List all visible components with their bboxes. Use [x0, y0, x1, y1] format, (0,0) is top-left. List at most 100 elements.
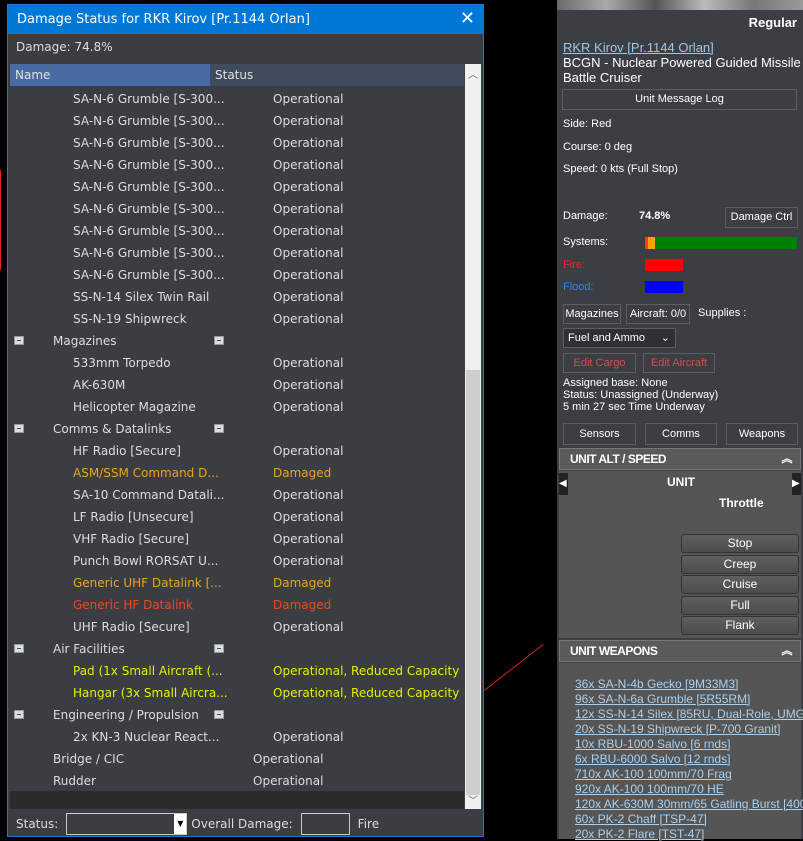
tree-row[interactable]: LF Radio [Unsecure] Operational [10, 506, 464, 528]
tree-row[interactable]: Helicopter Magazine Operational [10, 396, 464, 418]
edit-cargo-button[interactable]: Edit Cargo [563, 353, 636, 373]
weapon-link[interactable]: 96x SA-N-6a Grumble [5R55RM] [575, 692, 750, 706]
tree-row[interactable]: SA-N-6 Grumble [S-300... Operational [10, 264, 464, 286]
weapon-link[interactable]: 36x SA-N-4b Gecko [9M33M3] [575, 677, 738, 691]
tree-row[interactable]: SA-10 Command Datali... Operational [10, 484, 464, 506]
tree-group-row[interactable]: Magazines [10, 330, 464, 352]
tree-row[interactable]: Hangar (3x Small Aircra... Operational, R… [10, 682, 464, 704]
weapons-section-header[interactable]: UNIT WEAPONS ︽ [559, 640, 801, 662]
scroll-down-icon[interactable]: ﹀ [465, 792, 481, 807]
row-name: 533mm Torpedo [73, 356, 171, 370]
next-arrow-icon[interactable]: ▶ [792, 473, 801, 495]
supplies-select[interactable]: Fuel and Ammo ⌄ [563, 328, 676, 348]
row-name: Rudder [53, 774, 96, 788]
fire-label: Fire: [563, 259, 585, 271]
tree-row[interactable]: SA-N-6 Grumble [S-300... Operational [10, 132, 464, 154]
collapse-icon[interactable] [14, 424, 24, 433]
throttle-stop-button[interactable]: Stop [681, 534, 799, 553]
collapse-icon[interactable] [14, 336, 24, 345]
tree-row[interactable]: Generic UHF Datalink [... Damaged [10, 572, 464, 594]
tree-row[interactable]: SA-N-6 Grumble [S-300... Operational [10, 88, 464, 110]
row-status: Operational [273, 180, 344, 194]
tree-row[interactable]: SS-N-14 Silex Twin Rail Operational [10, 286, 464, 308]
throttle-cruise-button[interactable]: Cruise [681, 575, 799, 594]
tree-group-row[interactable]: Air Facilities [10, 638, 464, 660]
dialog-footer: Status: ▼ Overall Damage: Fire [16, 813, 379, 835]
weapon-link[interactable]: 120x AK-630M 30mm/65 Gatling Burst [400 [575, 797, 803, 811]
sensors-button[interactable]: Sensors [563, 423, 636, 445]
dropdown-arrow-icon[interactable]: ▼ [174, 814, 187, 834]
tree-row[interactable]: SA-N-6 Grumble [S-300... Operational [10, 198, 464, 220]
collapse-icon[interactable] [214, 424, 224, 433]
tree-row[interactable]: Bridge / CIC Operational [10, 748, 464, 770]
column-header-name[interactable]: Name [10, 64, 210, 86]
tree-row[interactable]: SS-N-19 Shipwreck Operational [10, 308, 464, 330]
unit-name-link[interactable]: RKR Kirov [Pr.1144 Orlan] [563, 40, 714, 55]
weapon-link[interactable]: 6x RBU-6000 Salvo [12 rnds] [575, 752, 730, 766]
collapse-icon[interactable]: ︽ [782, 449, 793, 469]
collapse-icon[interactable] [214, 336, 224, 345]
unit-status-panel: Regular RKR Kirov [Pr.1144 Orlan] BCGN -… [557, 0, 803, 841]
weapon-link[interactable]: 20x SS-N-19 Shipwreck [P-700 Granit] [575, 722, 780, 736]
row-status: Operational [273, 488, 344, 502]
weapon-link[interactable]: 12x SS-N-14 Silex [85RU, Dual-Role, UMG] [575, 707, 803, 721]
throttle-flank-button[interactable]: Flank [681, 616, 799, 635]
dialog-titlebar[interactable]: Damage Status for RKR Kirov [Pr.1144 Orl… [8, 5, 483, 34]
collapse-icon[interactable] [214, 644, 224, 653]
tree-row[interactable]: SA-N-6 Grumble [S-300... Operational [10, 242, 464, 264]
throttle-creep-button[interactable]: Creep [681, 554, 799, 574]
tree-row[interactable]: AK-630M Operational [10, 374, 464, 396]
prev-arrow-icon[interactable]: ◀ [559, 473, 568, 495]
tree-row[interactable]: SA-N-6 Grumble [S-300... Operational [10, 154, 464, 176]
vertical-scrollbar[interactable]: ︿ ﹀ [465, 64, 481, 809]
status-select[interactable]: ▼ [66, 813, 188, 835]
tree-row[interactable]: Punch Bowl RORSAT U... Operational [10, 550, 464, 572]
overall-damage-input[interactable] [300, 813, 350, 835]
collapse-icon[interactable] [14, 710, 24, 719]
weapon-link[interactable]: 10x RBU-1000 Salvo [6 rnds] [575, 737, 730, 751]
tree-row[interactable]: SA-N-6 Grumble [S-300... Operational [10, 110, 464, 132]
tree-row[interactable]: 533mm Torpedo Operational [10, 352, 464, 374]
weapon-link[interactable]: 920x AK-100 100mm/70 HE [575, 782, 724, 796]
weapon-link[interactable]: 60x PK-2 Chaff [TSP-47] [575, 812, 707, 826]
comms-button[interactable]: Comms [645, 423, 717, 445]
row-name: SA-N-6 Grumble [S-300... [73, 92, 225, 106]
row-status: Operational [273, 356, 344, 370]
edit-aircraft-button[interactable]: Edit Aircraft [643, 353, 715, 373]
row-status: Operational [273, 224, 344, 238]
unit-message-log-button[interactable]: Unit Message Log [562, 89, 797, 110]
scrollbar-thumb[interactable] [466, 370, 480, 795]
collapse-icon[interactable]: ︽ [782, 641, 793, 661]
row-status: Operational [273, 246, 344, 260]
close-icon[interactable]: ✕ [460, 8, 475, 29]
tree-row[interactable]: Generic HF Datalink Damaged [10, 594, 464, 616]
collapse-icon[interactable] [214, 710, 224, 719]
throttle-full-button[interactable]: Full [681, 595, 799, 615]
damage-ctrl-button[interactable]: Damage Ctrl [725, 207, 798, 228]
row-name: Generic HF Datalink [73, 598, 193, 612]
tree-group-row[interactable]: Comms & Datalinks [10, 418, 464, 440]
alt-speed-section-header[interactable]: UNIT ALT / SPEED ︽ [559, 448, 801, 470]
tree-row[interactable]: ASM/SSM Command D... Damaged [10, 462, 464, 484]
weapons-button[interactable]: Weapons [726, 423, 798, 445]
tree-row[interactable]: HF Radio [Secure] Operational [10, 440, 464, 462]
scroll-up-icon[interactable]: ︿ [465, 66, 481, 81]
side-label: Side: Red [563, 118, 612, 130]
tree-row[interactable]: VHF Radio [Secure] Operational [10, 528, 464, 550]
collapse-icon[interactable] [14, 644, 24, 653]
tree-row[interactable]: UHF Radio [Secure] Operational [10, 616, 464, 638]
throttle-label: Throttle [719, 496, 764, 510]
aircraft-button[interactable]: Aircraft: 0/0 [626, 304, 690, 324]
row-name: SA-N-6 Grumble [S-300... [73, 114, 225, 128]
tree-group-row[interactable]: Engineering / Propulsion [10, 704, 464, 726]
tree-row[interactable]: SA-N-6 Grumble [S-300... Operational [10, 176, 464, 198]
column-header-status[interactable]: Status [210, 64, 464, 86]
tree-row[interactable]: SA-N-6 Grumble [S-300... Operational [10, 220, 464, 242]
weapon-link[interactable]: 710x AK-100 100mm/70 Frag [575, 767, 732, 781]
tree-row[interactable]: Pad (1x Small Aircraft (... Operational, … [10, 660, 464, 682]
row-name: HF Radio [Secure] [73, 444, 181, 458]
tree-row[interactable]: 2x KN-3 Nuclear React... Operational [10, 726, 464, 748]
row-name: Helicopter Magazine [73, 400, 196, 414]
magazines-button[interactable]: Magazines [563, 304, 621, 324]
tree-row[interactable]: Rudder Operational [10, 770, 464, 792]
